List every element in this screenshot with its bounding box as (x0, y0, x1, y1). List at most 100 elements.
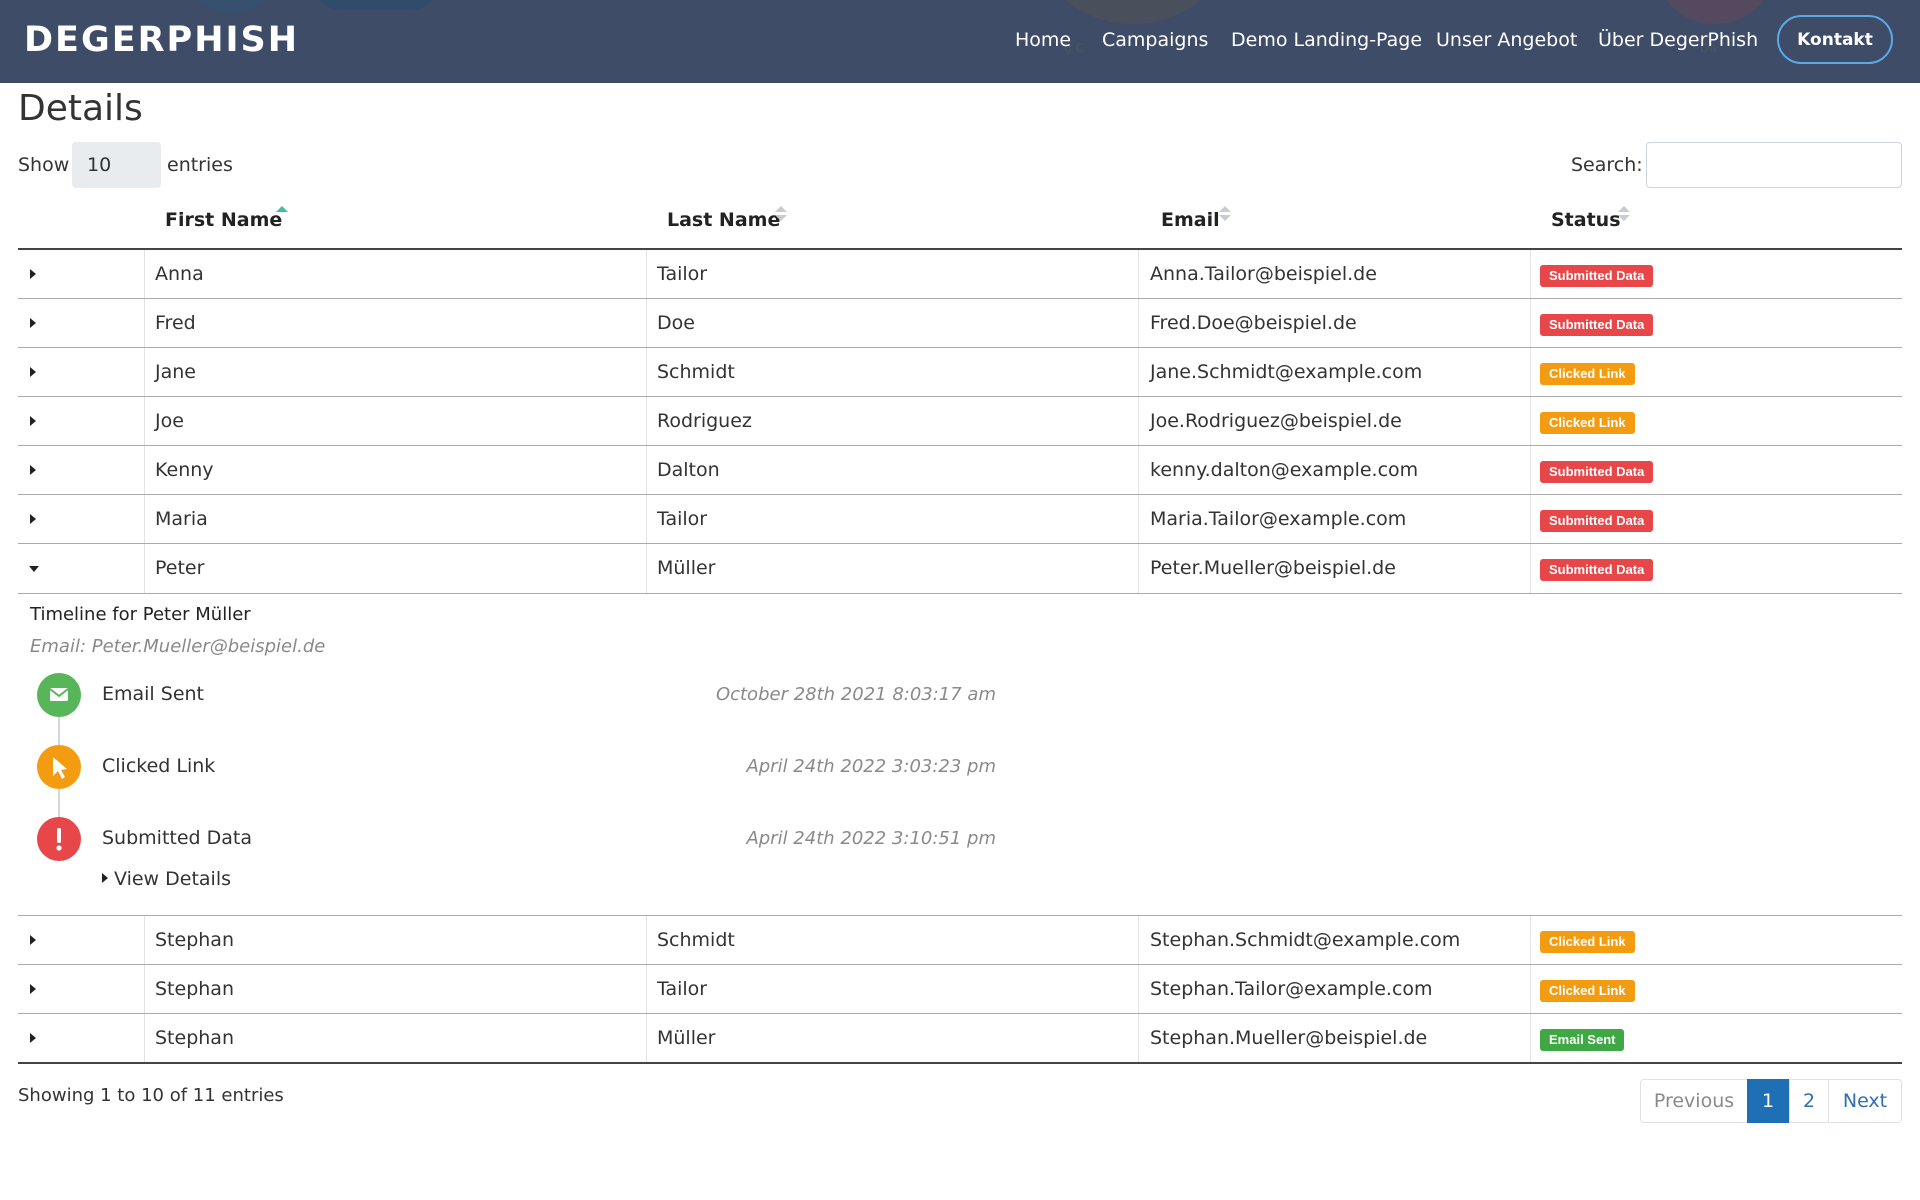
nav-link-home[interactable]: Home (1015, 29, 1071, 51)
table-row[interactable]: Stephan Müller Stephan.Mueller@beispiel.… (18, 1014, 1902, 1063)
last-name-cell: Müller (657, 557, 716, 579)
timeline-event-label: Clicked Link (102, 755, 216, 777)
search-input[interactable] (1646, 142, 1902, 188)
last-name-cell: Dalton (657, 459, 720, 481)
last-name-cell: Doe (657, 312, 695, 334)
navbar: g C Da DEGERPHISH Home Campaigns Demo La… (0, 0, 1920, 83)
first-name-cell: Stephan (155, 929, 234, 951)
table-row[interactable]: Fred Doe Fred.Doe@beispiel.de Submitted … (18, 299, 1902, 348)
sort-icon[interactable] (1618, 206, 1630, 224)
sort-icon[interactable] (1219, 206, 1231, 224)
exclamation-icon (37, 817, 81, 861)
contact-button[interactable]: Kontakt (1777, 15, 1893, 64)
page-1-button[interactable]: 1 (1747, 1079, 1789, 1123)
view-details-label: View Details (114, 868, 231, 890)
first-name-cell: Stephan (155, 978, 234, 1000)
email-cell: Stephan.Mueller@beispiel.de (1150, 1027, 1428, 1049)
sort-icon[interactable] (775, 206, 787, 224)
timeline-title: Timeline for Peter Müller (30, 604, 251, 625)
first-name-cell: Kenny (155, 459, 214, 481)
timeline-email: Email: Peter.Mueller@beispiel.de (30, 636, 326, 657)
next-page-button[interactable]: Next (1828, 1079, 1902, 1123)
timeline-event-label: Submitted Data (102, 827, 253, 849)
envelope-icon (37, 673, 81, 717)
column-header-email[interactable]: Email (1161, 209, 1220, 231)
row-divider (18, 593, 1902, 594)
email-cell: kenny.dalton@example.com (1150, 459, 1419, 481)
status-badge: Clicked Link (1540, 980, 1635, 1002)
nav-link-campaigns[interactable]: Campaigns (1102, 29, 1208, 51)
status-badge: Submitted Data (1540, 510, 1654, 532)
email-cell: Maria.Tailor@example.com (1150, 508, 1407, 530)
first-name-cell: Anna (155, 263, 204, 285)
first-name-cell: Joe (155, 410, 184, 432)
last-name-cell: Rodriguez (657, 410, 752, 432)
email-cell: Jane.Schmidt@example.com (1150, 361, 1423, 383)
table-row[interactable]: Kenny Dalton kenny.dalton@example.com Su… (18, 446, 1902, 495)
expand-caret-icon[interactable] (30, 318, 36, 328)
table-row[interactable]: Joe Rodriguez Joe.Rodriguez@beispiel.de … (18, 397, 1902, 446)
sort-ascending-icon[interactable] (276, 206, 288, 224)
column-header-status[interactable]: Status (1551, 209, 1621, 231)
expand-caret-icon[interactable] (30, 367, 36, 377)
header-background-shape (1660, 0, 1770, 24)
last-name-cell: Tailor (657, 263, 708, 285)
email-cell: Peter.Mueller@beispiel.de (1150, 557, 1396, 579)
nav-link-unser-angebot[interactable]: Unser Angebot (1436, 29, 1577, 51)
table-row[interactable]: Anna Tailor Anna.Tailor@beispiel.de Subm… (18, 250, 1902, 299)
table-row[interactable]: Jane Schmidt Jane.Schmidt@example.com Cl… (18, 348, 1902, 397)
collapse-caret-icon[interactable] (29, 566, 39, 572)
header-background-shape (312, 0, 440, 10)
show-label: Show (18, 154, 70, 176)
previous-page-button[interactable]: Previous (1640, 1079, 1748, 1123)
email-cell: Stephan.Tailor@example.com (1150, 978, 1433, 1000)
timeline-event-label: Email Sent (102, 683, 204, 705)
header-background-shape (188, 0, 276, 14)
nav-link-ueber-degerphish[interactable]: Über DegerPhish (1598, 29, 1758, 51)
timeline-event-time: October 28th 2021 8:03:17 am (715, 684, 996, 705)
status-badge: Submitted Data (1540, 559, 1654, 581)
status-badge: Submitted Data (1540, 461, 1654, 483)
column-header-last-name[interactable]: Last Name (667, 209, 780, 231)
table-info: Showing 1 to 10 of 11 entries (18, 1085, 284, 1106)
last-name-cell: Müller (657, 1027, 716, 1049)
email-cell: Stephan.Schmidt@example.com (1150, 929, 1461, 951)
table-bottom-border (18, 1062, 1902, 1064)
status-badge: Clicked Link (1540, 412, 1635, 434)
first-name-cell: Peter (155, 557, 205, 579)
timeline-event-time: April 24th 2022 3:03:23 pm (746, 756, 996, 777)
view-details-link[interactable]: View Details (102, 868, 231, 890)
nav-link-demo-landing-page[interactable]: Demo Landing-Page (1231, 29, 1422, 51)
email-cell: Joe.Rodriguez@beispiel.de (1150, 410, 1402, 432)
first-name-cell: Maria (155, 508, 208, 530)
last-name-cell: Schmidt (657, 929, 735, 951)
expand-caret-icon[interactable] (30, 269, 36, 279)
first-name-cell: Jane (155, 361, 196, 383)
email-cell: Anna.Tailor@beispiel.de (1150, 263, 1377, 285)
expand-caret-icon[interactable] (30, 935, 36, 945)
status-badge: Email Sent (1540, 1029, 1625, 1051)
email-cell: Fred.Doe@beispiel.de (1150, 312, 1357, 334)
entries-label: entries (167, 154, 233, 176)
page-length-select[interactable]: 10 (72, 142, 161, 188)
last-name-cell: Schmidt (657, 361, 735, 383)
table-row[interactable]: Maria Tailor Maria.Tailor@example.com Su… (18, 495, 1902, 544)
first-name-cell: Fred (155, 312, 196, 334)
expand-caret-icon[interactable] (30, 514, 36, 524)
status-badge: Clicked Link (1540, 931, 1635, 953)
timeline-event-time: April 24th 2022 3:10:51 pm (746, 828, 996, 849)
page-title: Details (18, 88, 143, 129)
status-badge: Clicked Link (1540, 363, 1635, 385)
first-name-cell: Stephan (155, 1027, 234, 1049)
status-badge: Submitted Data (1540, 265, 1654, 287)
page-2-button[interactable]: 2 (1789, 1079, 1829, 1123)
table-row[interactable]: Stephan Schmidt Stephan.Schmidt@example.… (18, 916, 1902, 965)
table-row[interactable]: Stephan Tailor Stephan.Tailor@example.co… (18, 965, 1902, 1014)
brand-logo[interactable]: DEGERPHISH (24, 20, 299, 60)
column-header-first-name[interactable]: First Name (165, 209, 282, 231)
table-row-expanded[interactable]: Peter Müller Peter.Mueller@beispiel.de S… (18, 544, 1902, 593)
expand-caret-icon[interactable] (30, 984, 36, 994)
expand-caret-icon[interactable] (30, 1033, 36, 1043)
expand-caret-icon[interactable] (30, 465, 36, 475)
expand-caret-icon[interactable] (30, 416, 36, 426)
